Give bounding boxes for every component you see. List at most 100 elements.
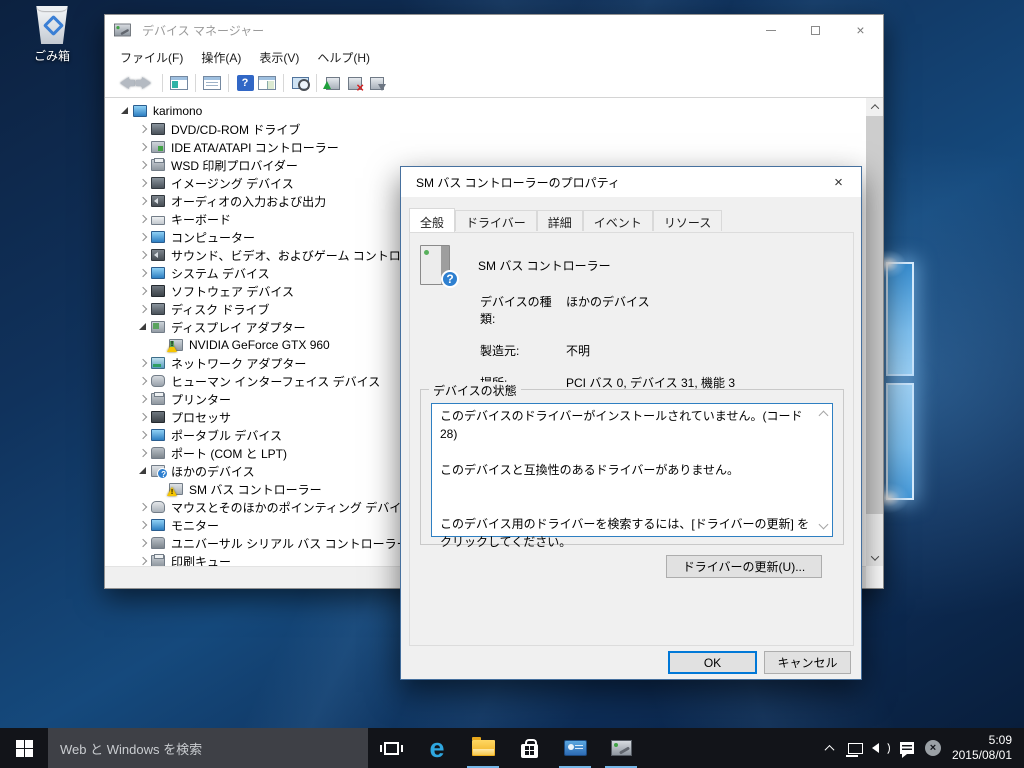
close-icon: × xyxy=(834,173,843,191)
chevron-collapsed-icon[interactable] xyxy=(137,375,151,387)
chevron-collapsed-icon[interactable] xyxy=(137,537,151,549)
menu-action[interactable]: 操作(A) xyxy=(192,46,250,69)
mouse-icon xyxy=(151,501,165,513)
scroll-up-icon[interactable] xyxy=(818,410,829,421)
chevron-collapsed-icon[interactable] xyxy=(137,267,151,279)
device-manager-title: デバイス マネージャー xyxy=(142,23,265,38)
scroll-up-icon[interactable] xyxy=(866,98,883,115)
chevron-collapsed-icon[interactable] xyxy=(137,177,151,189)
tree-item-label: NVIDIA GeForce GTX 960 xyxy=(189,338,330,352)
tree-item-label: ユニバーサル シリアル バス コントローラー xyxy=(171,536,409,551)
uninstall-device-button[interactable] xyxy=(344,72,366,95)
chevron-expanded-icon[interactable] xyxy=(137,465,151,477)
edge-app[interactable]: e xyxy=(414,728,460,768)
help-button[interactable]: ? xyxy=(234,72,256,94)
forward-button[interactable] xyxy=(135,72,157,94)
chevron-collapsed-icon[interactable] xyxy=(137,159,151,171)
maximize-icon xyxy=(811,25,820,35)
status-line: このデバイスと互換性のあるドライバーがありません。 xyxy=(440,463,740,477)
cancel-button[interactable]: キャンセル xyxy=(764,651,851,674)
tree-item-label: ポータブル デバイス xyxy=(171,428,282,443)
system-window-icon xyxy=(563,740,587,756)
scan-hardware-changes-button[interactable] xyxy=(289,72,311,94)
menu-view[interactable]: 表示(V) xyxy=(250,46,308,69)
tree-item-label: SM バス コントローラー xyxy=(189,482,322,497)
dialog-titlebar[interactable]: SM バス コントローラーのプロパティ × xyxy=(401,167,861,197)
search-box[interactable]: Web と Windows を検索 xyxy=(48,728,368,768)
show-action-pane-button[interactable] xyxy=(256,72,278,94)
maximize-button[interactable] xyxy=(793,15,838,45)
task-view-button[interactable] xyxy=(368,728,414,768)
update-driver-toolbar-button[interactable] xyxy=(322,72,344,94)
tab-resources[interactable]: リソース xyxy=(652,210,723,231)
show-console-tree-icon xyxy=(170,76,188,90)
chevron-collapsed-icon[interactable] xyxy=(137,411,151,423)
volume-button[interactable] xyxy=(868,728,894,768)
tree-item-label: ディスク ドライブ xyxy=(171,302,270,317)
scroll-down-icon[interactable] xyxy=(818,519,829,530)
minimize-button[interactable] xyxy=(748,15,793,45)
recycle-bin-icon[interactable] xyxy=(36,6,68,44)
chevron-collapsed-icon[interactable] xyxy=(137,195,151,207)
scrollbar-thumb[interactable] xyxy=(866,116,883,514)
start-button[interactable] xyxy=(0,728,48,768)
chevron-expanded-icon[interactable] xyxy=(137,321,151,333)
tree-item[interactable]: IDE ATA/ATAPI コントローラー xyxy=(105,138,866,156)
tree-item[interactable]: DVD/CD-ROM ドライブ xyxy=(105,120,866,138)
close-button[interactable]: × xyxy=(838,15,883,45)
tab-page-general: ? SM バス コントローラー デバイスの種類: ほかのデバイス 製造元: 不明… xyxy=(409,232,854,646)
tree-item-label: ネットワーク アダプター xyxy=(171,356,307,371)
device-manager-titlebar[interactable]: デバイス マネージャー × xyxy=(105,15,883,45)
chevron-collapsed-icon[interactable] xyxy=(137,357,151,369)
action-center-button[interactable] xyxy=(894,728,920,768)
tab-general[interactable]: 全般 xyxy=(409,208,456,232)
chevron-collapsed-icon[interactable] xyxy=(137,393,151,405)
chevron-collapsed-icon[interactable] xyxy=(137,447,151,459)
tab-events[interactable]: イベント xyxy=(582,210,653,231)
chevron-collapsed-icon[interactable] xyxy=(137,285,151,297)
disable-device-button[interactable] xyxy=(366,72,388,94)
chevron-collapsed-icon[interactable] xyxy=(137,123,151,135)
back-button[interactable] xyxy=(113,72,135,94)
device-status-textbox[interactable]: このデバイスのドライバーがインストールされていません。(コード 28) このデバイ… xyxy=(431,403,833,549)
recycle-bin[interactable]: ごみ箱 xyxy=(24,6,80,64)
menu-help[interactable]: ヘルプ(H) xyxy=(308,46,379,69)
tab-driver[interactable]: ドライバー xyxy=(455,210,537,231)
chevron-collapsed-icon[interactable] xyxy=(137,141,151,153)
tab-details[interactable]: 詳細 xyxy=(536,210,583,231)
network-icon xyxy=(845,742,863,757)
dialog-close-button[interactable]: × xyxy=(816,167,861,197)
clock[interactable]: 5:09 2015/08/01 xyxy=(946,733,1024,763)
scroll-down-icon[interactable] xyxy=(866,549,883,566)
tray-overflow-button[interactable] xyxy=(816,728,842,768)
chevron-collapsed-icon[interactable] xyxy=(137,501,151,513)
tree-item-label: ほかのデバイス xyxy=(171,464,255,479)
chevron-collapsed-icon[interactable] xyxy=(137,303,151,315)
vertical-scrollbar[interactable] xyxy=(866,98,883,566)
chevron-collapsed-icon[interactable] xyxy=(137,249,151,261)
chevron-collapsed-icon[interactable] xyxy=(137,213,151,225)
menu-file[interactable]: ファイル(F) xyxy=(111,46,192,69)
file-explorer-app[interactable] xyxy=(460,728,506,768)
chevron-expanded-icon[interactable] xyxy=(119,105,133,117)
system-device-icon xyxy=(151,267,165,279)
properties-icon xyxy=(203,76,221,90)
monitor-icon xyxy=(151,231,165,243)
show-console-tree-button[interactable] xyxy=(168,72,190,94)
ide-controller-icon xyxy=(151,141,165,153)
update-driver-button[interactable]: ドライバーの更新(U)... xyxy=(666,555,822,578)
system-window-app[interactable] xyxy=(552,728,598,768)
chevron-collapsed-icon[interactable] xyxy=(137,429,151,441)
properties-button[interactable] xyxy=(201,72,223,94)
store-app[interactable] xyxy=(506,728,552,768)
ime-button[interactable]: × xyxy=(920,728,946,768)
tree-item[interactable]: karimono xyxy=(105,102,866,120)
ok-button[interactable]: OK xyxy=(668,651,757,674)
chevron-collapsed-icon[interactable] xyxy=(137,519,151,531)
tree-item-label: コンピューター xyxy=(171,230,256,245)
computer-icon xyxy=(133,105,147,117)
device-manager-app[interactable] xyxy=(598,728,644,768)
chevron-collapsed-icon[interactable] xyxy=(137,231,151,243)
disk-drive-icon xyxy=(151,303,165,315)
network-button[interactable] xyxy=(842,728,868,768)
